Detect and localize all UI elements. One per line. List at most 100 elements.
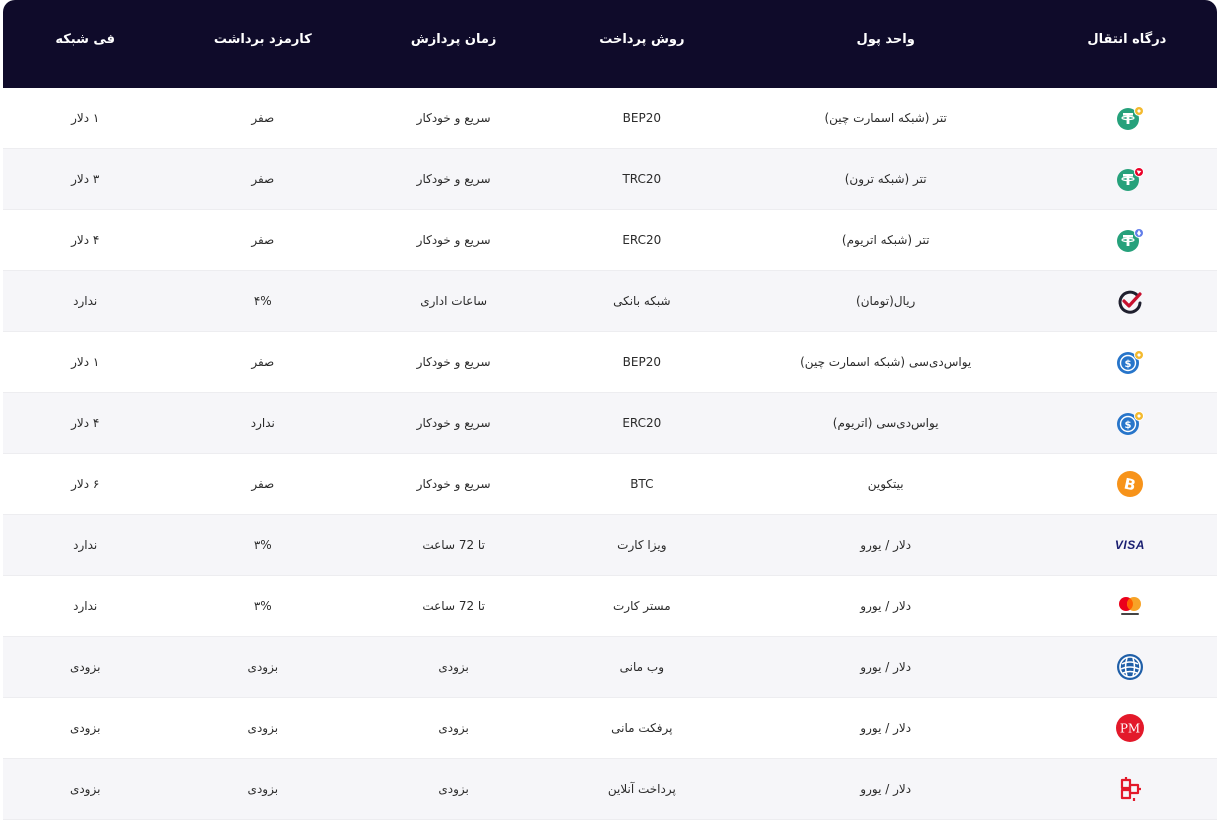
network-fee-cell: ۴ دلار (3, 392, 168, 454)
network-fee-cell: ۱ دلار (3, 331, 168, 393)
network-fee-cell: ۱ دلار (3, 88, 168, 149)
header-fee: کارمزد برداشت (167, 0, 359, 88)
currency-cell: تتر (شبکه اسمارت چین) (734, 88, 1037, 149)
table-header: درگاه انتقال واحد پول روش پرداخت زمان پر… (3, 0, 1217, 88)
svg-text:$: $ (1124, 359, 1131, 370)
network-fee-cell: بزودی (3, 697, 168, 759)
method-cell: ویزا کارت (549, 514, 735, 576)
bitcoin-icon: B (1115, 469, 1145, 499)
fee-cell: صفر (167, 88, 359, 149)
time-cell: سریع و خودکار (358, 453, 550, 515)
method-cell: پرداخت آنلاین (549, 758, 735, 820)
fee-cell: ندارد (167, 392, 359, 454)
time-cell: تا 72 ساعت (358, 514, 550, 576)
currency-cell: دلار / یورو (734, 575, 1037, 637)
time-cell: بزودی (358, 697, 550, 759)
table-row: دلار / یورو مستر کارت تا 72 ساعت ۳% ندارد (3, 575, 1217, 637)
gateway-cell: PM (1036, 697, 1217, 759)
method-cell: وب مانی (549, 636, 735, 698)
currency-cell: بیتکوین (734, 453, 1037, 515)
table-row: تتر (شبکه اسمارت چین) BEP20 سریع و خودکار ص… (3, 88, 1217, 149)
fee-cell: ۴% (167, 270, 359, 332)
online-payment-icon (1115, 774, 1145, 804)
fee-cell: بزودی (167, 636, 359, 698)
method-cell: BTC (549, 453, 735, 515)
rial-check-icon (1115, 286, 1145, 316)
header-currency: واحد پول (734, 0, 1037, 88)
method-cell: پرفکت مانی (549, 697, 735, 759)
currency-cell: دلار / یورو (734, 697, 1037, 759)
header-gateway: درگاه انتقال (1036, 0, 1217, 88)
currency-cell: ریال(تومان) (734, 270, 1037, 332)
time-cell: سریع و خودکار (358, 148, 550, 210)
gateway-cell (1036, 636, 1217, 698)
fee-cell: بزودی (167, 697, 359, 759)
fee-cell: بزودی (167, 758, 359, 820)
network-fee-cell: ندارد (3, 514, 168, 576)
fee-cell: صفر (167, 209, 359, 271)
network-fee-cell: ۴ دلار (3, 209, 168, 271)
table-row: دلار / یورو وب مانی بزودی بزودی بزودی (3, 636, 1217, 698)
fee-cell: صفر (167, 331, 359, 393)
time-cell: بزودی (358, 636, 550, 698)
method-cell: BEP20 (549, 88, 735, 149)
network-fee-cell: ندارد (3, 575, 168, 637)
gateway-cell: B (1036, 453, 1217, 515)
network-fee-cell: ندارد (3, 270, 168, 332)
header-network: فی شبکه (3, 0, 168, 88)
method-cell: مستر کارت (549, 575, 735, 637)
gateway-cell: $ (1036, 331, 1217, 393)
gateway-cell (1036, 209, 1217, 271)
network-fee-cell: بزودی (3, 636, 168, 698)
time-cell: سریع و خودکار (358, 88, 550, 149)
fee-cell: ۳% (167, 514, 359, 576)
time-cell: تا 72 ساعت (358, 575, 550, 637)
time-cell: سریع و خودکار (358, 392, 550, 454)
usdc-eth-icon: $ (1115, 408, 1145, 438)
table-row: تتر (شبکه ترون) TRC20 سریع و خودکار صفر ۳ دل… (3, 148, 1217, 210)
method-cell: TRC20 (549, 148, 735, 210)
fee-cell: صفر (167, 453, 359, 515)
currency-cell: تتر (شبکه اتریوم) (734, 209, 1037, 271)
time-cell: بزودی (358, 758, 550, 820)
currency-cell: دلار / یورو (734, 514, 1037, 576)
table-row: PM دلار / یورو پرفکت مانی بزودی بزودی بزودی (3, 697, 1217, 759)
currency-cell: یواس‌دی‌سی (اتریوم) (734, 392, 1037, 454)
network-fee-cell: ۳ دلار (3, 148, 168, 210)
currency-cell: تتر (شبکه ترون) (734, 148, 1037, 210)
gateway-cell: $ (1036, 392, 1217, 454)
table-row: دلار / یورو پرداخت آنلاین بزودی بزودی بزودی (3, 758, 1217, 820)
gateway-cell (1036, 270, 1217, 332)
svg-text:PM: PM (1120, 722, 1140, 736)
table-row: VISA دلار / یورو ویزا کارت تا 72 ساعت ۳% ندار… (3, 514, 1217, 576)
currency-cell: دلار / یورو (734, 636, 1037, 698)
gateway-cell: VISA (1036, 514, 1217, 576)
table-body: تتر (شبکه اسمارت چین) BEP20 سریع و خودکار ص… (3, 88, 1217, 820)
currency-cell: یواس‌دی‌سی (شبکه اسمارت چین) (734, 331, 1037, 393)
mastercard-icon (1115, 591, 1145, 621)
table-row: $ یواس‌دی‌سی (شبکه اسمارت چین) BEP20 سریع … (3, 331, 1217, 393)
fee-cell: ۳% (167, 575, 359, 637)
network-fee-cell: ۶ دلار (3, 453, 168, 515)
method-cell: ERC20 (549, 209, 735, 271)
method-cell: ERC20 (549, 392, 735, 454)
tether-eth-icon (1115, 225, 1145, 255)
header-method: روش پرداخت (549, 0, 735, 88)
time-cell: سریع و خودکار (358, 331, 550, 393)
tether-tron-icon (1115, 164, 1145, 194)
gateway-cell (1036, 148, 1217, 210)
table-row: تتر (شبکه اتریوم) ERC20 سریع و خودکار صفر ۴ … (3, 209, 1217, 271)
visa-icon: VISA (1114, 538, 1145, 552)
header-time: زمان پردازش (358, 0, 550, 88)
payment-gateways-table: درگاه انتقال واحد پول روش پرداخت زمان پر… (3, 0, 1217, 820)
gateway-cell (1036, 575, 1217, 637)
svg-text:$: $ (1124, 420, 1131, 431)
time-cell: ساعات اداری (358, 270, 550, 332)
table-row: ریال(تومان) شبکه بانکی ساعات اداری ۴% ندارد (3, 270, 1217, 332)
tether-bsc-icon (1115, 103, 1145, 133)
gateway-cell (1036, 88, 1217, 149)
gateway-cell (1036, 758, 1217, 820)
method-cell: BEP20 (549, 331, 735, 393)
header-row: درگاه انتقال واحد پول روش پرداخت زمان پر… (3, 0, 1217, 88)
usdc-bsc-icon: $ (1115, 347, 1145, 377)
